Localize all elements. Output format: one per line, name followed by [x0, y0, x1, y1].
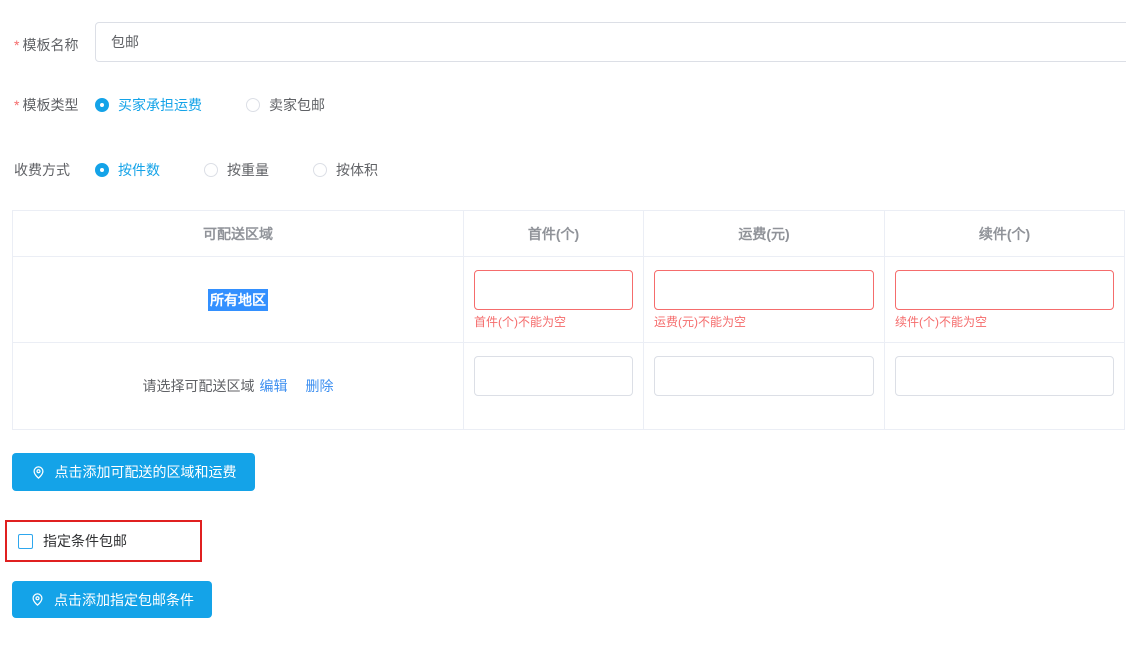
conditional-free-shipping-checkbox[interactable]	[18, 534, 33, 549]
radio-by-piece[interactable]: 按件数	[95, 160, 160, 180]
first-piece-error: 首件(个)不能为空	[474, 315, 633, 329]
shipping-fee-cell: 运费(元)不能为空	[644, 257, 885, 343]
first-piece-cell: 首件(个)不能为空	[464, 257, 644, 343]
first-piece-input[interactable]	[474, 270, 633, 310]
shipping-fee-cell	[644, 343, 885, 429]
charge-method-label: 收费方式	[14, 160, 95, 180]
select-area-text: 请选择可配送区域	[143, 376, 255, 396]
radio-icon	[95, 163, 109, 177]
shipping-fee-input[interactable]	[654, 356, 874, 396]
shipping-fee-table: 可配送区域 首件(个) 运费(元) 续件(个) 所有地区 首件(个)不能为空 运…	[12, 210, 1125, 430]
shipping-fee-error: 运费(元)不能为空	[654, 315, 874, 329]
conditional-free-shipping-label: 指定条件包邮	[43, 531, 127, 551]
template-name-input[interactable]: 包邮	[95, 22, 1126, 62]
all-regions-selected-text: 所有地区	[208, 289, 268, 311]
location-pin-icon	[31, 465, 46, 480]
table-header-row: 可配送区域 首件(个) 运费(元) 续件(个)	[13, 211, 1124, 257]
template-type-row: *模板类型 买家承担运费 卖家包邮	[14, 95, 369, 115]
shipping-fee-input[interactable]	[654, 270, 874, 310]
additional-piece-input[interactable]	[895, 270, 1114, 310]
add-region-button[interactable]: 点击添加可配送的区域和运费	[12, 453, 255, 491]
radio-by-volume[interactable]: 按体积	[313, 160, 378, 180]
template-name-label: *模板名称	[14, 35, 78, 55]
radio-icon	[95, 98, 109, 112]
table-row: 所有地区 首件(个)不能为空 运费(元)不能为空 续件(个)不能为空	[13, 257, 1124, 343]
radio-icon	[204, 163, 218, 177]
conditional-free-shipping-box: 指定条件包邮	[5, 520, 202, 562]
header-shipping-fee: 运费(元)	[644, 211, 885, 257]
additional-piece-error: 续件(个)不能为空	[895, 315, 1114, 329]
radio-buyer-pays[interactable]: 买家承担运费	[95, 95, 202, 115]
additional-piece-cell	[885, 343, 1124, 429]
charge-method-row: 收费方式 按件数 按重量 按体积	[14, 160, 422, 180]
edit-link[interactable]: 编辑	[260, 376, 288, 396]
delivery-area-cell: 所有地区	[13, 257, 464, 343]
template-type-label: *模板类型	[14, 95, 95, 115]
add-region-button-label: 点击添加可配送的区域和运费	[55, 462, 237, 482]
location-pin-icon	[30, 592, 45, 607]
delete-link[interactable]: 删除	[306, 376, 334, 396]
header-additional-piece: 续件(个)	[885, 211, 1124, 257]
radio-seller-free-shipping[interactable]: 卖家包邮	[246, 95, 325, 115]
additional-piece-input[interactable]	[895, 356, 1114, 396]
required-asterisk: *	[14, 97, 19, 113]
add-condition-button[interactable]: 点击添加指定包邮条件	[12, 581, 212, 618]
radio-icon	[313, 163, 327, 177]
additional-piece-cell: 续件(个)不能为空	[885, 257, 1124, 343]
radio-by-weight[interactable]: 按重量	[204, 160, 269, 180]
table-row: 请选择可配送区域 编辑 删除	[13, 343, 1124, 429]
radio-icon	[246, 98, 260, 112]
delivery-area-cell: 请选择可配送区域 编辑 删除	[13, 343, 464, 429]
first-piece-input[interactable]	[474, 356, 633, 396]
first-piece-cell	[464, 343, 644, 429]
shipping-template-form: *模板名称 包邮 *模板类型 买家承担运费 卖家包邮 收费方式 按件数 按重量 …	[0, 0, 1126, 666]
add-condition-button-label: 点击添加指定包邮条件	[54, 590, 194, 610]
header-first-piece: 首件(个)	[464, 211, 644, 257]
template-name-value: 包邮	[111, 32, 139, 52]
required-asterisk: *	[14, 37, 19, 53]
header-delivery-area: 可配送区域	[13, 211, 464, 257]
